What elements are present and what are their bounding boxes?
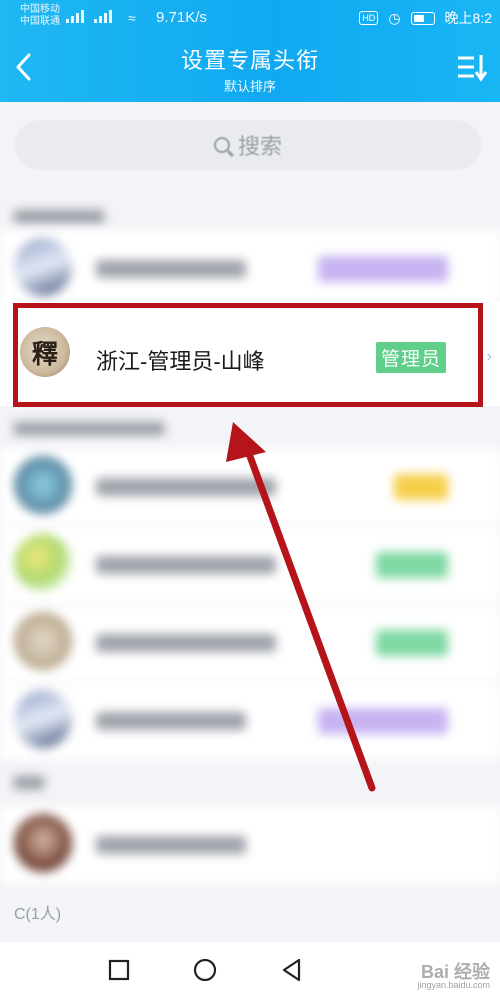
section-header: ▇▇▇ <box>14 774 44 789</box>
member-list: 搜索 ▇▇▇▇▇▇▇▇▇ 釋 浙江-管理员-山峰 管理员 › ▇▇▇▇▇▇▇▇▇… <box>0 102 500 942</box>
back-button[interactable] <box>277 955 307 985</box>
clock-time: 晚上8:2 <box>444 10 492 26</box>
avatar <box>14 534 72 592</box>
list-item[interactable] <box>0 230 500 308</box>
highlight-frame <box>13 303 483 407</box>
search-icon <box>213 137 230 153</box>
avatar <box>14 456 72 514</box>
member-tag <box>376 552 448 578</box>
list-item[interactable] <box>0 682 500 760</box>
list-item[interactable] <box>0 526 500 604</box>
wifi-icon: ≈ <box>128 10 136 26</box>
section-header: ▇▇▇▇▇▇▇▇▇ <box>14 208 104 223</box>
section-header-c: C(1人) <box>14 906 62 923</box>
sort-list-icon[interactable] <box>456 52 488 82</box>
member-name <box>96 634 276 652</box>
status-bar: 中国移动 中国联通 ≈ 9.71K/s HD ◷ 晚上8:2 <box>0 0 500 34</box>
page-title: 设置专属头衔 <box>180 48 319 73</box>
alarm-icon: ◷ <box>388 9 401 26</box>
recent-apps-button[interactable] <box>104 955 134 985</box>
signal-icon <box>66 9 112 23</box>
search-input[interactable]: 搜索 <box>15 120 481 170</box>
member-name <box>96 712 246 730</box>
hd-badge: HD <box>359 11 379 25</box>
member-name <box>96 556 276 574</box>
member-name <box>96 836 246 854</box>
section-header: ▇▇▇▇▇▇▇▇▇▇▇▇▇▇▇ <box>14 420 164 435</box>
member-tag <box>376 630 448 656</box>
sort-mode-label[interactable]: 默认排序 <box>0 76 500 95</box>
status-right: HD ◷ 晚上8:2 <box>359 8 492 28</box>
avatar <box>14 612 72 670</box>
search-placeholder: 搜索 <box>237 134 282 159</box>
avatar <box>14 690 72 748</box>
battery-icon <box>410 11 435 25</box>
avatar <box>14 814 72 872</box>
carrier-2: 中国联通 <box>20 16 60 27</box>
list-item[interactable] <box>0 806 500 884</box>
avatar <box>14 238 72 296</box>
net-speed: 9.71K/s <box>156 9 207 26</box>
list-item[interactable] <box>0 604 500 682</box>
chevron-right-icon: › <box>486 348 492 365</box>
carrier-1: 中国移动 <box>20 4 60 15</box>
watermark-url: jingyan.baidu.com <box>417 980 490 990</box>
member-tag <box>318 708 448 734</box>
app-header: 中国移动 中国联通 ≈ 9.71K/s HD ◷ 晚上8:2 设置专属头衔 默认… <box>0 0 500 102</box>
member-tag <box>394 474 448 500</box>
system-nav-bar: Bai 经验 jingyan.baidu.com <box>0 942 500 1000</box>
carrier-info: 中国移动 中国联通 <box>20 4 60 28</box>
home-button[interactable] <box>190 955 220 985</box>
member-name <box>96 478 276 496</box>
member-name <box>96 260 246 278</box>
list-item[interactable] <box>0 448 500 526</box>
member-tag <box>318 256 448 282</box>
